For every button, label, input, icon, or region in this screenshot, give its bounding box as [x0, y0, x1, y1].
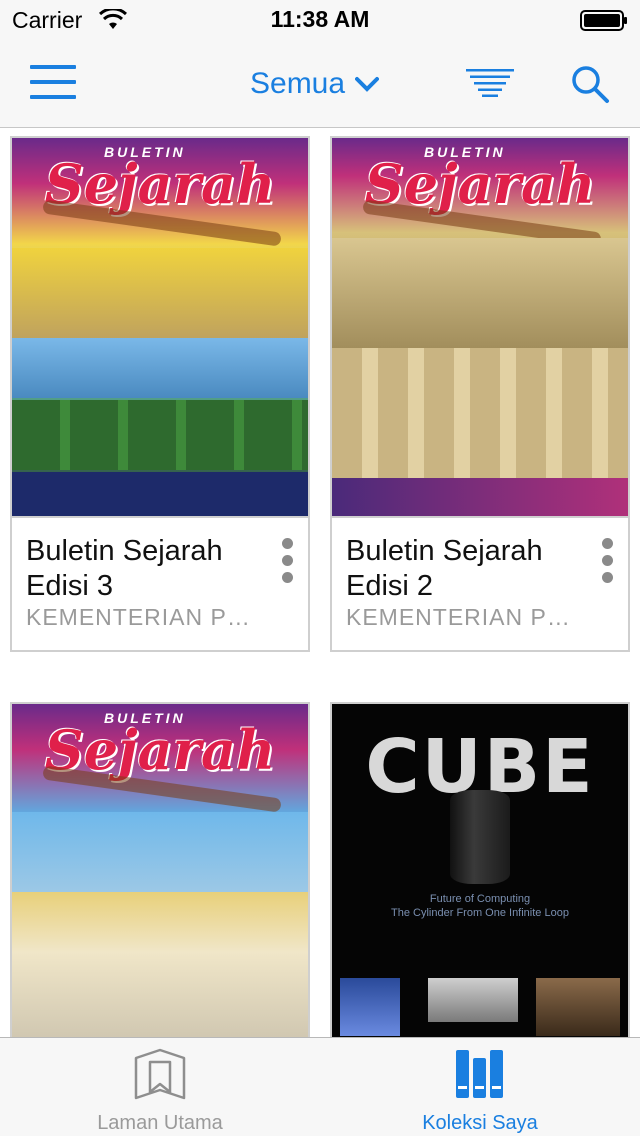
publication-card[interactable]: BULETIN Sejarah Buletin Sejarah Edisi 2 …: [330, 136, 630, 652]
more-options-icon[interactable]: [280, 538, 294, 583]
card-info: Buletin Sejarah Edisi 2 KEMENTERIAN PEND…: [332, 516, 628, 650]
chevron-down-icon: [355, 77, 380, 92]
tab-label: Koleksi Saya: [422, 1112, 538, 1134]
bookmark-book-icon: [134, 1048, 186, 1100]
tab-bar: Laman Utama Koleksi Saya: [0, 1037, 640, 1136]
cover-image[interactable]: CUBE Future of Computing The Cylinder Fr…: [332, 704, 628, 1037]
tab-koleksi-saya[interactable]: Koleksi Saya: [320, 1038, 640, 1136]
publication-card[interactable]: CUBE Future of Computing The Cylinder Fr…: [330, 702, 630, 1037]
publication-publisher: KEMENTERIAN PENDIDIKAN MALAYSIA: [346, 604, 576, 630]
publication-publisher: KEMENTERIAN PENDIDIKAN MALAYSIA: [26, 604, 256, 630]
cover-scene: [12, 338, 308, 398]
cover-mosque: [12, 892, 308, 1037]
bookshelf-icon: [456, 1050, 503, 1098]
cover-image[interactable]: BULETIN Sejarah: [12, 138, 308, 516]
filter-dropdown[interactable]: Semua: [250, 62, 380, 106]
hamburger-menu-icon[interactable]: [30, 65, 76, 99]
status-bar: Carrier 11:38 AM: [0, 0, 640, 40]
clock: 11:38 AM: [270, 6, 370, 32]
cover-sky: [12, 812, 308, 892]
cover-photo: [332, 238, 628, 348]
cover-caption: Future of Computing The Cylinder From On…: [391, 893, 569, 919]
cover-image[interactable]: BULETIN Sejarah: [332, 138, 628, 516]
more-options-icon[interactable]: [600, 538, 614, 583]
cover-thumbnails: [332, 956, 628, 1036]
battery-icon: [580, 10, 627, 31]
publication-card[interactable]: BULETIN Sejarah: [10, 702, 310, 1037]
cover-footer: [12, 472, 308, 516]
cover-footer: [332, 478, 628, 516]
navigation-bar: Semua: [0, 40, 640, 128]
sort-lines-icon[interactable]: [466, 69, 514, 97]
card-info: Buletin Sejarah Edisi 3 KEMENTERIAN PEND…: [12, 516, 308, 650]
tab-label: Laman Utama: [97, 1112, 223, 1134]
cover-product-image: [450, 790, 510, 884]
publication-card[interactable]: BULETIN Sejarah Buletin Sejarah Edisi 3 …: [10, 136, 310, 652]
publication-title: Buletin Sejarah Edisi 3: [26, 535, 223, 602]
cover-group-photo: [332, 348, 628, 478]
cover-portraits: [12, 400, 308, 470]
collection-grid: BULETIN Sejarah Buletin Sejarah Edisi 3 …: [0, 129, 640, 1037]
search-icon[interactable]: [570, 64, 610, 104]
filter-label: Semua: [250, 67, 346, 100]
cover-image[interactable]: BULETIN Sejarah: [12, 704, 308, 1037]
publication-title: Buletin Sejarah Edisi 2: [346, 535, 543, 602]
cover-building: [12, 248, 308, 338]
tab-laman-utama[interactable]: Laman Utama: [0, 1038, 320, 1136]
